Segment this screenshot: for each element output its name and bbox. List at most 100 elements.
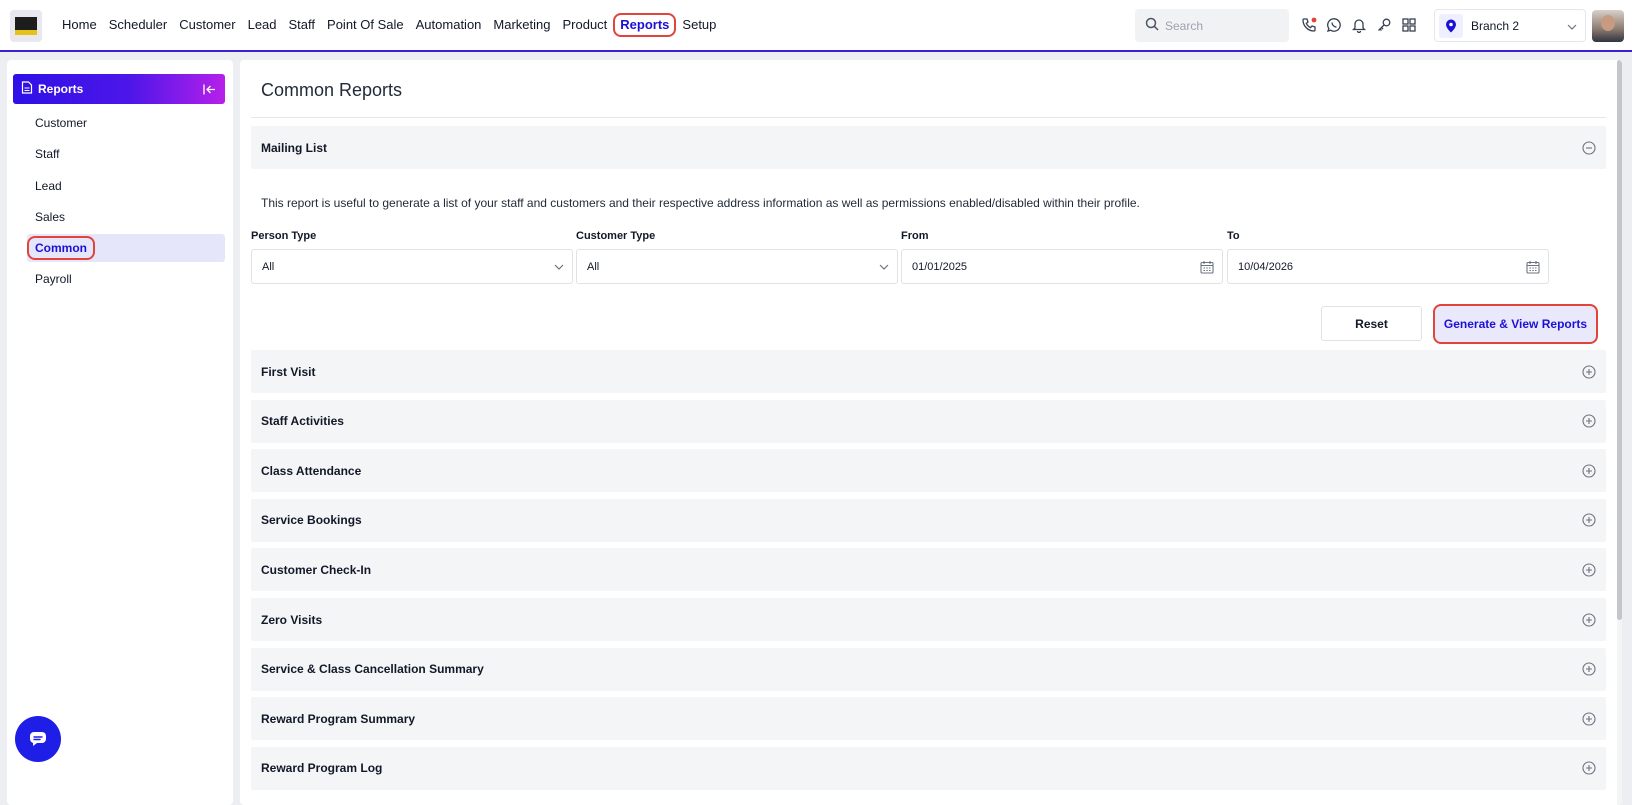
sidebar: Reports Customer Staff Lead Sales Common Payr… <box>7 60 233 805</box>
sidebar-item-staff[interactable]: Staff <box>27 140 225 168</box>
chevron-down-icon <box>1567 18 1577 33</box>
chat-button[interactable] <box>15 716 61 762</box>
logo-mark <box>15 17 37 35</box>
to-date-value: 10/04/2026 <box>1238 260 1294 273</box>
sidebar-item-label: Customer <box>35 116 88 130</box>
accordion-class-attendance[interactable]: Class Attendance <box>251 449 1606 493</box>
accordion-title: First Visit <box>261 364 316 379</box>
chevron-down-icon <box>879 264 889 270</box>
collapse-sidebar-icon[interactable] <box>197 77 221 101</box>
expand-plus-icon[interactable] <box>1581 512 1597 528</box>
sidebar-item-label: Sales <box>35 209 66 224</box>
from-label: From <box>901 230 929 242</box>
chevron-down-icon <box>554 264 564 270</box>
accordion-title: Staff Activities <box>261 414 344 429</box>
accordion-mailing-list[interactable]: Mailing List <box>251 126 1606 169</box>
to-date-field[interactable]: 10/04/2026 <box>1227 249 1549 284</box>
person-type-label: Person Type <box>251 230 317 242</box>
from-date-value: 01/01/2025 <box>912 260 968 273</box>
expand-plus-icon[interactable] <box>1581 413 1597 429</box>
nav-scheduler[interactable]: Scheduler <box>103 13 174 37</box>
scrollbar-thumb[interactable] <box>1617 60 1622 620</box>
page-title: Common Reports <box>261 80 403 100</box>
report-document-icon <box>21 81 33 97</box>
nav-home[interactable]: Home <box>56 13 103 37</box>
calendar-icon[interactable] <box>1200 260 1214 274</box>
expand-plus-icon[interactable] <box>1581 463 1597 479</box>
from-date-field[interactable]: 01/01/2025 <box>901 249 1223 284</box>
chat-icon <box>30 732 46 746</box>
collapse-minus-icon[interactable] <box>1581 140 1597 156</box>
accordion-title: Service Bookings <box>261 513 362 528</box>
main-content: Common Reports Mailing List This report … <box>240 60 1622 805</box>
report-description: This report is useful to generate a list… <box>261 196 1140 210</box>
expand-plus-icon[interactable] <box>1581 364 1597 380</box>
nav-marketing[interactable]: Marketing <box>487 13 556 37</box>
search-input[interactable] <box>1165 18 1285 33</box>
person-type-select[interactable]: All <box>251 249 573 284</box>
nav-reports[interactable]: Reports <box>613 13 677 37</box>
accordion-first-visit[interactable]: First Visit <box>251 350 1606 393</box>
nav-setup[interactable]: Setup <box>676 13 722 37</box>
phone-icon[interactable] <box>1299 14 1318 36</box>
accordion-service-bookings[interactable]: Service Bookings <box>251 498 1606 542</box>
nav-customer[interactable]: Customer <box>173 13 241 37</box>
main-nav: Home Scheduler Customer Lead Staff Point Of S… <box>56 0 722 50</box>
sidebar-title: Reports <box>38 82 84 96</box>
expand-plus-icon[interactable] <box>1581 661 1597 677</box>
reset-button[interactable]: Reset <box>1321 306 1422 341</box>
nav-lead[interactable]: Lead <box>242 13 283 37</box>
search-box[interactable] <box>1135 9 1289 42</box>
expand-plus-icon[interactable] <box>1581 562 1597 578</box>
accordion-reward-program-log[interactable]: Reward Program Log <box>251 746 1606 790</box>
accordion-zero-visits[interactable]: Zero Visits <box>251 598 1606 641</box>
branch-label: Branch 2 <box>1471 18 1520 33</box>
calendar-icon[interactable] <box>1526 260 1540 274</box>
user-avatar[interactable] <box>1592 10 1624 42</box>
branch-selector[interactable]: Branch 2 <box>1434 9 1586 42</box>
sidebar-item-lead[interactable]: Lead <box>27 172 225 200</box>
customer-type-select[interactable]: All <box>576 249 898 284</box>
apps-grid-icon[interactable] <box>1399 14 1418 36</box>
expand-plus-icon[interactable] <box>1581 711 1597 727</box>
accordion-title: Customer Check-In <box>261 562 372 577</box>
key-icon[interactable] <box>1374 14 1393 36</box>
sidebar-list: Customer Staff Lead Sales Common Payroll <box>27 109 225 297</box>
scrollbar[interactable] <box>1617 60 1622 805</box>
expand-plus-icon[interactable] <box>1581 612 1597 628</box>
accordion-title: Mailing List <box>261 140 327 155</box>
sidebar-item-label: Staff <box>35 147 60 162</box>
accordion-customer-check-in[interactable]: Customer Check-In <box>251 548 1606 592</box>
expand-plus-icon[interactable] <box>1581 760 1597 776</box>
accordion-title: Reward Program Summary <box>261 711 416 726</box>
nav-product[interactable]: Product <box>556 13 613 37</box>
to-label: To <box>1227 230 1240 242</box>
accordion-staff-activities[interactable]: Staff Activities <box>251 399 1606 443</box>
search-icon <box>1145 17 1159 34</box>
top-bar: Home Scheduler Customer Lead Staff Point Of S… <box>0 0 1632 52</box>
location-pin-icon <box>1439 13 1463 38</box>
accordion-service-class-cancellation-summary[interactable]: Service & Class Cancellation Summary <box>251 647 1606 691</box>
person-type-value: All <box>262 260 275 273</box>
nav-automation[interactable]: Automation <box>410 13 488 37</box>
app-logo[interactable] <box>10 10 42 42</box>
accordion-reward-program-summary[interactable]: Reward Program Summary <box>251 697 1606 741</box>
customer-type-value: All <box>587 260 600 273</box>
sidebar-item-payroll[interactable]: Payroll <box>27 265 225 293</box>
accordion-title: Zero Visits <box>261 612 323 627</box>
accordion-title: Class Attendance <box>261 463 362 478</box>
sidebar-item-label: Common <box>27 236 95 261</box>
top-icons <box>1299 14 1418 36</box>
nav-staff[interactable]: Staff <box>283 13 322 37</box>
generate-view-reports-button[interactable]: Generate & View Reports <box>1433 304 1598 344</box>
whatsapp-icon[interactable] <box>1324 14 1343 36</box>
sidebar-item-sales[interactable]: Sales <box>27 203 225 231</box>
sidebar-item-label: Payroll <box>35 272 72 287</box>
accordion-title: Service & Class Cancellation Summary <box>261 662 484 677</box>
customer-type-label: Customer Type <box>576 230 656 242</box>
sidebar-item-common[interactable]: Common <box>27 234 225 263</box>
bell-icon[interactable] <box>1349 14 1368 36</box>
sidebar-item-label: Lead <box>35 178 62 193</box>
nav-point-of-sale[interactable]: Point Of Sale <box>321 13 410 37</box>
sidebar-item-customer[interactable]: Customer <box>27 109 225 137</box>
